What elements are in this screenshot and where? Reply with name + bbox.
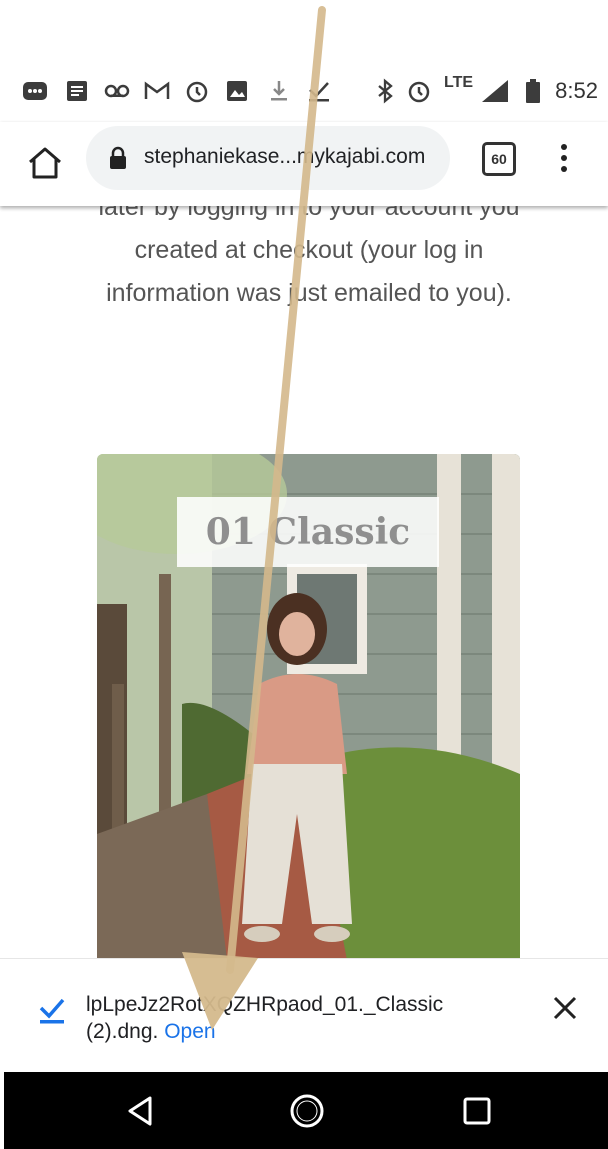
open-download-link[interactable]: Open xyxy=(164,1020,215,1043)
close-icon[interactable] xyxy=(552,995,578,1021)
url-text: stephaniekase...mykajabi.com xyxy=(144,145,426,168)
download-icon xyxy=(271,81,287,101)
clock: 8:52 xyxy=(555,78,598,103)
bluetooth-icon xyxy=(378,78,393,104)
text-line: created at checkout (your log in xyxy=(134,236,484,264)
text-line: information was just emailed to you). xyxy=(106,279,512,307)
home-nav-icon[interactable] xyxy=(290,1094,324,1128)
lock-icon xyxy=(110,146,126,169)
messages-icon xyxy=(23,82,47,100)
gmail-icon xyxy=(144,81,170,99)
news-icon xyxy=(67,81,87,101)
alarm-icon xyxy=(186,81,208,103)
browser-toolbar-front: stephaniekase...mykajabi.com 60 xyxy=(0,122,608,206)
alarm-icon xyxy=(408,81,430,103)
image-title: 01 Classic xyxy=(177,497,439,567)
battery-icon xyxy=(526,79,540,103)
voicemail-icon xyxy=(104,84,130,98)
download-filename: lpLpeJz2RotXQZHRpaod_01._Classic (2).dng… xyxy=(86,993,444,1043)
address-bar[interactable]: stephaniekase...mykajabi.com xyxy=(86,126,450,190)
back-icon[interactable] xyxy=(124,1094,158,1128)
recents-icon[interactable] xyxy=(460,1094,494,1128)
overflow-menu-icon[interactable] xyxy=(554,142,574,174)
status-bar: LTE 8:52 xyxy=(0,60,608,122)
download-complete-icon xyxy=(39,998,65,1024)
download-notification: lpLpeJz2RotXQZHRpaod_01._Classic (2).dng… xyxy=(0,958,608,1073)
navigation-bar xyxy=(4,1072,608,1149)
image-icon xyxy=(227,81,247,101)
network-type: LTE xyxy=(444,74,474,91)
download-message: lpLpeJz2RotXQZHRpaod_01._Classic (2).dng… xyxy=(86,991,506,1045)
check-icon xyxy=(309,82,329,102)
tab-switcher-button[interactable]: 60 xyxy=(482,142,516,176)
signal-icon xyxy=(482,80,508,102)
home-icon[interactable] xyxy=(24,142,66,184)
product-photo[interactable]: 01 Classic xyxy=(97,454,520,960)
